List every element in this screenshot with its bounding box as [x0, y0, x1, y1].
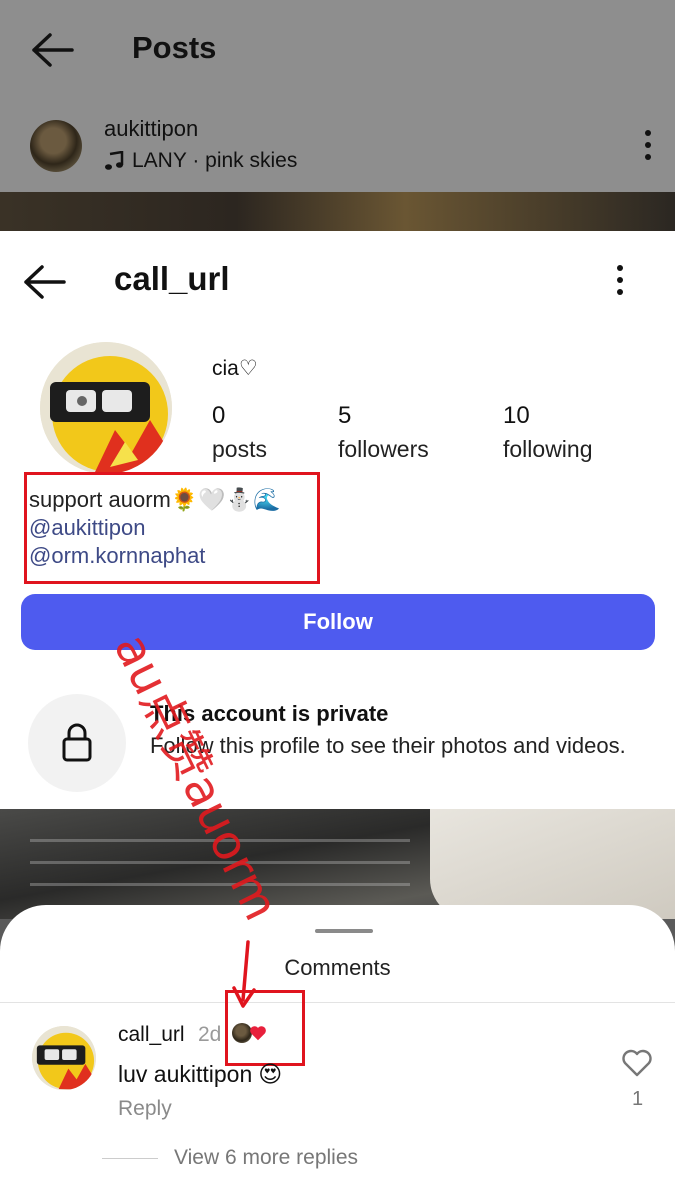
more-vertical-icon[interactable]	[638, 128, 658, 162]
follow-button[interactable]: Follow	[21, 594, 655, 650]
more-vertical-icon[interactable]	[610, 262, 630, 298]
stat-followers-label: followers	[338, 436, 429, 462]
posts-title: Posts	[132, 30, 217, 65]
post-author-row	[0, 100, 675, 192]
comment-emoji: 😍	[258, 1061, 283, 1087]
stat-following[interactable]: 10 following	[503, 402, 593, 463]
profile-display-name: cia♡	[212, 357, 258, 380]
stat-posts-label: posts	[212, 436, 267, 462]
post-author-avatar[interactable]	[30, 120, 82, 172]
comment-avatar[interactable]	[32, 1026, 96, 1090]
profile-bio: support auorm🌻🤍⛄🌊 @aukittipon @orm.kornn…	[29, 486, 319, 570]
comment-reactions	[232, 1023, 267, 1043]
comment-username[interactable]: call_url	[118, 1023, 185, 1047]
heart-outline-icon[interactable]	[621, 1048, 653, 1078]
back-arrow-icon[interactable]	[22, 264, 66, 300]
comments-title: Comments	[284, 955, 391, 980]
more-replies-line	[102, 1158, 158, 1159]
background-photo	[0, 809, 675, 919]
comment-time: 2d	[198, 1023, 222, 1046]
private-account-description: Follow this profile to see their photos …	[150, 733, 626, 758]
bio-text: support auorm🌻🤍⛄🌊	[29, 487, 281, 512]
stat-followers[interactable]: 5 followers	[338, 402, 429, 463]
stat-posts[interactable]: 0 posts	[212, 402, 267, 463]
post-image	[0, 192, 675, 232]
divider	[0, 1002, 675, 1003]
comment-text-row: luv aukittipon 😍	[118, 1061, 282, 1088]
stat-followers-value: 5	[338, 402, 352, 429]
stat-following-value: 10	[503, 402, 530, 429]
profile-avatar[interactable]	[40, 342, 172, 474]
stat-posts-value: 0	[212, 402, 226, 429]
post-music-row[interactable]: LANY · pink skies	[104, 149, 297, 173]
sheet-drag-handle[interactable]	[315, 929, 373, 933]
profile-handle: call_url	[114, 260, 230, 297]
view-more-replies-link[interactable]: View 6 more replies	[174, 1146, 358, 1170]
lock-icon	[62, 723, 92, 762]
bio-mention-aukittipon[interactable]: @aukittipon	[29, 514, 319, 542]
post-author-username[interactable]: aukittipon	[104, 116, 198, 142]
stat-following-label: following	[503, 436, 593, 462]
post-music-label: LANY · pink skies	[132, 149, 298, 172]
reply-button[interactable]: Reply	[118, 1097, 172, 1121]
bio-mention-orm[interactable]: @orm.kornnaphat	[29, 542, 319, 570]
posts-header	[0, 0, 675, 100]
music-note-icon	[105, 151, 124, 170]
comment-text: luv aukittipon	[118, 1061, 253, 1087]
back-arrow-icon[interactable]	[30, 32, 74, 68]
comment-like-count: 1	[632, 1088, 644, 1110]
heart-red-icon	[250, 1026, 266, 1041]
private-account-title: This account is private	[150, 701, 389, 726]
